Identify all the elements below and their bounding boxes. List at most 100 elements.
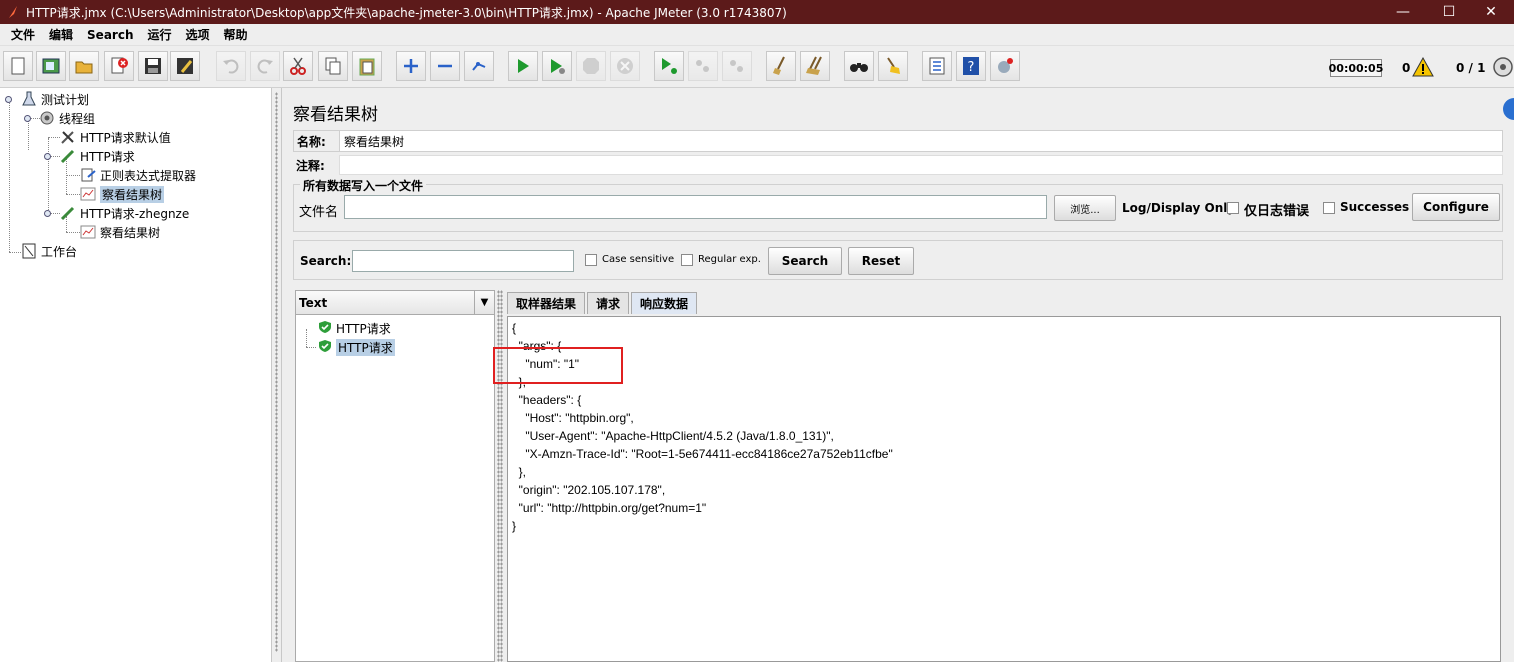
tree-item-regex-extractor[interactable]: 正则表达式提取器 [79,166,196,184]
menu-options[interactable]: 选项 [179,26,217,43]
menu-run[interactable]: 运行 [140,26,178,43]
help-icon: ? [963,57,979,75]
expand-icon [404,59,418,73]
paste-button[interactable] [352,51,382,81]
comment-label: 注释: [293,154,339,176]
tree-item-http-request[interactable]: HTTP请求 [59,147,135,165]
remote-shutdown-button[interactable] [722,51,752,81]
configure-button[interactable]: Configure [1412,193,1500,221]
shutdown-icon [617,58,633,74]
tree-toggle[interactable] [24,115,31,122]
response-line: "origin": "202.105.107.178", [512,483,666,497]
tree-item-label: 正则表达式提取器 [100,168,197,183]
reset-search-button[interactable] [878,51,908,81]
copy-button[interactable] [318,51,348,81]
menu-search[interactable]: Search [80,28,140,42]
menu-edit[interactable]: 编辑 [42,26,80,43]
remote-shutdown-icon [730,60,743,72]
close-file-button[interactable] [104,51,134,81]
redo-button[interactable] [250,51,280,81]
toggle-button[interactable] [464,51,494,81]
stop-button[interactable] [576,51,606,81]
errors-only-checkbox[interactable] [1227,202,1239,214]
tree-toggle[interactable] [5,96,12,103]
response-body[interactable]: { "args": { "num": "1" }, "headers": { "… [507,316,1501,662]
search-input[interactable] [352,250,574,272]
maximize-button[interactable]: ☐ [1426,0,1472,24]
tree-item-label: HTTP请求默认值 [80,130,171,145]
tree-item-test-plan[interactable]: 测试计划 [20,90,89,108]
browse-button[interactable]: 浏览... [1054,195,1116,221]
reset-button[interactable]: Reset [848,247,914,275]
name-field[interactable]: 察看结果树 [340,133,1502,150]
search-tree-button[interactable] [844,51,874,81]
filename-input[interactable] [344,195,1047,219]
dropdown-arrow-icon[interactable]: ▼ [474,291,494,314]
tree-item-workbench[interactable]: 工作台 [20,242,77,260]
annotation-highlight-box [493,347,623,384]
tab-response-data[interactable]: 响应数据 [631,292,698,314]
comment-field[interactable] [339,155,1503,175]
workbench-icon [20,242,38,260]
expand-all-button[interactable] [396,51,426,81]
clear-all-button[interactable] [800,51,830,81]
function-helper-button[interactable] [922,51,952,81]
case-sensitive-checkbox[interactable] [585,254,597,266]
logger-button[interactable] [990,51,1020,81]
menu-file[interactable]: 文件 [4,26,42,43]
vertical-splitter[interactable] [272,88,282,662]
tree-item-view-results-tree[interactable]: 察看结果树 [79,185,165,203]
success-shield-icon [318,339,332,356]
start-icon [518,59,529,73]
tree-toggle[interactable] [44,153,51,160]
toolbar: ? 00:00:05 0 0 / 1 [0,46,1514,88]
new-icon [11,57,25,75]
search-label: Search: [300,254,352,268]
close-window-button[interactable]: ✕ [1468,0,1514,24]
remote-start-icon [662,58,677,74]
undo-button[interactable] [216,51,246,81]
start-button[interactable] [508,51,538,81]
tree-item-view-results-tree-2[interactable]: 察看结果树 [79,223,160,241]
start-no-pause-button[interactable] [542,51,572,81]
collapse-all-button[interactable] [430,51,460,81]
remote-start-button[interactable] [654,51,684,81]
save-as-button[interactable] [170,51,200,81]
renderer-value: Text [299,295,328,310]
save-button[interactable] [138,51,168,81]
errors-only-label: 仅日志错误 [1244,204,1310,219]
elapsed-timer: 00:00:05 [1329,59,1383,77]
renderer-select[interactable]: Text ▼ [296,291,494,315]
results-splitter[interactable] [497,290,503,662]
templates-button[interactable] [36,51,66,81]
result-item[interactable]: HTTP请求 [318,319,391,337]
cut-button[interactable] [283,51,313,81]
clear-button[interactable] [766,51,796,81]
clear-icon [773,56,785,75]
new-button[interactable] [3,51,33,81]
tree-item-thread-group[interactable]: 线程组 [38,109,95,127]
open-button[interactable] [69,51,99,81]
minimize-button[interactable]: — [1380,0,1426,24]
response-line: { [512,321,517,335]
tree-item-http-request-zhegnze[interactable]: HTTP请求-zhegnze [59,204,189,222]
help-button[interactable]: ? [956,51,986,81]
tab-request[interactable]: 请求 [587,292,630,314]
remote-stop-button[interactable] [688,51,718,81]
menu-help[interactable]: 帮助 [217,26,255,43]
shutdown-button[interactable] [610,51,640,81]
tree-item-http-defaults[interactable]: HTTP请求默认值 [59,128,171,146]
successes-label: Successes [1340,200,1410,214]
tab-sampler-result[interactable]: 取样器结果 [507,292,586,314]
write-to-file-group: 所有数据写入一个文件 文件名 浏览... Log/Display Only: 仅… [293,177,1503,232]
regex-checkbox[interactable] [681,254,693,266]
info-icon[interactable] [1503,98,1514,120]
view-results-tree-panel: 察看结果树 名称: 察看结果树 注释: 所有数据写入一个文件 文件名 浏览...… [283,88,1514,662]
window-titlebar: HTTP请求.jmx (C:\Users\Administrator\Deskt… [0,0,1514,24]
search-bar: Search: Case sensitive Regular exp. Sear… [293,240,1503,280]
warning-icon[interactable] [1412,56,1434,80]
result-item[interactable]: HTTP请求 [318,338,395,356]
tree-toggle[interactable] [44,210,51,217]
search-button[interactable]: Search [768,247,842,275]
successes-checkbox[interactable] [1323,202,1335,214]
